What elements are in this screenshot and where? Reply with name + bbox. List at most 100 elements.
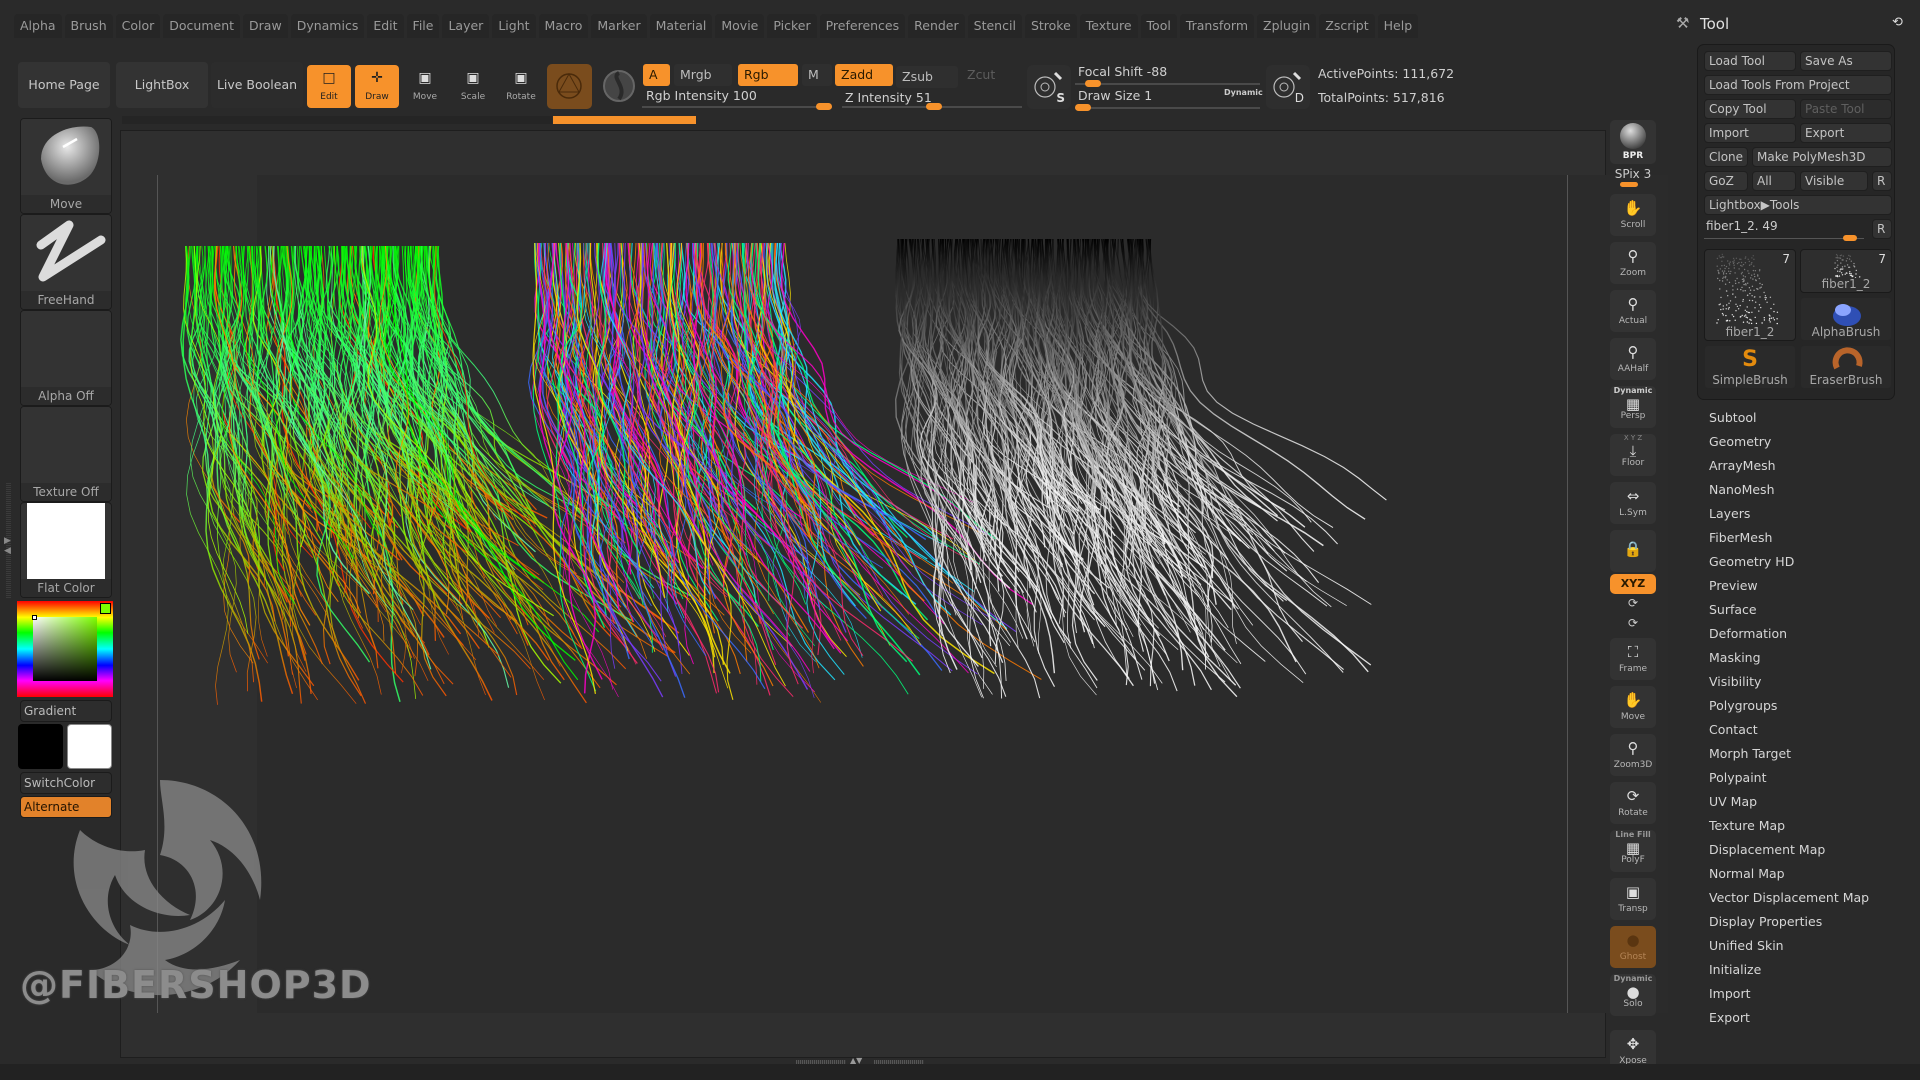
- make-polymesh3d-button[interactable]: Make PolyMesh3D: [1752, 147, 1892, 167]
- rotate-button[interactable]: ▣ Rotate: [499, 65, 543, 108]
- menu-material[interactable]: Material: [649, 14, 713, 38]
- floor-button[interactable]: X Y Z ⤓ Floor: [1610, 434, 1656, 476]
- stroke-selector[interactable]: FreeHand: [20, 214, 112, 310]
- z-rotate-icon[interactable]: ⟳: [1610, 616, 1656, 630]
- subpalette-layers[interactable]: Layers: [1709, 506, 1750, 521]
- menu-movie[interactable]: Movie: [715, 14, 765, 38]
- sculptris-s-button[interactable]: S: [1027, 65, 1071, 109]
- subpalette-morph-target[interactable]: Morph Target: [1709, 746, 1791, 761]
- lightbox-button[interactable]: LightBox: [116, 62, 208, 108]
- move-button[interactable]: ▣ Move: [403, 65, 447, 108]
- frame-button[interactable]: ⛶ Frame: [1610, 638, 1656, 680]
- subpalette-visibility[interactable]: Visibility: [1709, 674, 1761, 689]
- subpalette-displacement-map[interactable]: Displacement Map: [1709, 842, 1825, 857]
- subpalette-export[interactable]: Export: [1709, 1010, 1750, 1025]
- menu-alpha[interactable]: Alpha: [14, 14, 62, 38]
- switch-color-button[interactable]: SwitchColor: [20, 772, 112, 794]
- tool-thumbnail[interactable]: 7 fiber1_2: [1800, 249, 1892, 293]
- zsub-toggle[interactable]: Zsub: [896, 66, 958, 88]
- tool-thumbnail[interactable]: 7 fiber1_2: [1704, 249, 1796, 341]
- persp-button[interactable]: Dynamic ▦ Persp: [1610, 386, 1656, 428]
- z-intensity-knob[interactable]: [925, 103, 942, 110]
- goz-visible-button[interactable]: Visible: [1800, 171, 1868, 191]
- menu-light[interactable]: Light: [492, 14, 536, 38]
- home-page-button[interactable]: Home Page: [18, 62, 110, 108]
- menu-marker[interactable]: Marker: [591, 14, 647, 38]
- focal-shift-slider[interactable]: [1075, 83, 1260, 85]
- saturation-value-square[interactable]: [33, 617, 97, 681]
- color-sphere-button[interactable]: [600, 67, 638, 105]
- subpalette-normal-map[interactable]: Normal Map: [1709, 866, 1785, 881]
- reset-icon[interactable]: ⟲: [1892, 15, 1903, 30]
- menu-color[interactable]: Color: [115, 14, 161, 38]
- export-button[interactable]: Export: [1800, 123, 1892, 143]
- rgb-intensity-slider[interactable]: [642, 106, 832, 108]
- rgb-intensity-knob[interactable]: [816, 103, 832, 110]
- tool-palette-header[interactable]: ⚒ Tool ⟲: [1668, 14, 1920, 38]
- menu-draw[interactable]: Draw: [243, 14, 288, 38]
- secondary-color-swatch[interactable]: [67, 724, 112, 769]
- tray-toggle-icon[interactable]: ▶ ◀: [4, 536, 11, 556]
- menu-file[interactable]: File: [406, 14, 440, 38]
- subpalette-import[interactable]: Import: [1709, 986, 1751, 1001]
- lightbox-tools-button[interactable]: Lightbox▶Tools: [1704, 195, 1892, 215]
- rgb-toggle[interactable]: Rgb: [738, 64, 798, 86]
- subpalette-nanomesh[interactable]: NanoMesh: [1709, 482, 1775, 497]
- subpalette-display-properties[interactable]: Display Properties: [1709, 914, 1822, 929]
- aahalf-button[interactable]: ⚲ AAHalf: [1610, 338, 1656, 380]
- goz-r-button[interactable]: R: [1872, 171, 1892, 191]
- menu-layer[interactable]: Layer: [442, 14, 490, 38]
- focal-shift-knob[interactable]: [1085, 80, 1102, 87]
- menu-zscript[interactable]: Zscript: [1319, 14, 1375, 38]
- subpalette-contact[interactable]: Contact: [1709, 722, 1758, 737]
- mrgb-toggle[interactable]: Mrgb: [674, 64, 732, 86]
- menu-transform[interactable]: Transform: [1179, 14, 1255, 38]
- menu-macro[interactable]: Macro: [538, 14, 589, 38]
- zadd-toggle[interactable]: Zadd: [835, 64, 893, 86]
- alternate-button[interactable]: Alternate: [20, 796, 112, 818]
- lsym-button[interactable]: ⇔ L.Sym: [1610, 482, 1656, 524]
- actual-button[interactable]: ⚲ Actual: [1610, 290, 1656, 332]
- menu-texture[interactable]: Texture: [1079, 14, 1138, 38]
- load-tools-from-project-button[interactable]: Load Tools From Project: [1704, 75, 1892, 95]
- spix-slider-knob[interactable]: [1620, 182, 1638, 187]
- menu-tool[interactable]: Tool: [1140, 14, 1177, 38]
- bpr-button[interactable]: BPR: [1610, 120, 1656, 164]
- paste-tool-button[interactable]: Paste Tool: [1800, 99, 1892, 119]
- canvas-viewport[interactable]: [120, 130, 1709, 1058]
- current-tool-slider-knob[interactable]: [1843, 235, 1857, 241]
- subpalette-deformation[interactable]: Deformation: [1709, 626, 1787, 641]
- subpalette-geometry[interactable]: Geometry: [1709, 434, 1771, 449]
- menu-document[interactable]: Document: [163, 14, 241, 38]
- camera-lock-button[interactable]: 🔒: [1610, 530, 1656, 572]
- subpalette-subtool[interactable]: Subtool: [1709, 410, 1756, 425]
- dynamic-label[interactable]: Dynamic: [1224, 88, 1263, 97]
- main-color-swatch[interactable]: [18, 724, 63, 769]
- gradient-button[interactable]: Gradient: [20, 700, 112, 722]
- menu-picker[interactable]: Picker: [767, 14, 817, 38]
- subpalette-arraymesh[interactable]: ArrayMesh: [1709, 458, 1776, 473]
- color-picker[interactable]: [17, 601, 113, 697]
- scroll-button[interactable]: ✋ Scroll: [1610, 194, 1656, 236]
- polyf-button[interactable]: Line Fill ▦ PolyF: [1610, 830, 1656, 872]
- draw-size-slider[interactable]: [1075, 107, 1260, 109]
- tool-r-button[interactable]: R: [1872, 219, 1892, 239]
- subpalette-polygroups[interactable]: Polygroups: [1709, 698, 1777, 713]
- menu-render[interactable]: Render: [908, 14, 965, 38]
- subpalette-polypaint[interactable]: Polypaint: [1709, 770, 1767, 785]
- live-boolean-button[interactable]: Live Boolean: [211, 62, 303, 108]
- menu-brush[interactable]: Brush: [64, 14, 113, 38]
- subpalette-geometry-hd[interactable]: Geometry HD: [1709, 554, 1794, 569]
- menu-help[interactable]: Help: [1377, 14, 1419, 38]
- rotate-3d-button[interactable]: ⟳ Rotate: [1610, 782, 1656, 824]
- move-3d-button[interactable]: ✋ Move: [1610, 686, 1656, 728]
- y-rotate-icon[interactable]: ⟳: [1610, 596, 1656, 610]
- xyz-rotate-button[interactable]: XYZ: [1610, 574, 1656, 594]
- import-button[interactable]: Import: [1704, 123, 1796, 143]
- subpalette-uv-map[interactable]: UV Map: [1709, 794, 1757, 809]
- texture-selector[interactable]: Texture Off: [20, 406, 112, 502]
- brush-selector[interactable]: Move: [20, 118, 112, 214]
- dynamic-d-button[interactable]: D: [1266, 65, 1310, 109]
- tool-thumbnail[interactable]: EraserBrush: [1800, 345, 1892, 389]
- solo-button[interactable]: Dynamic ● Solo: [1610, 974, 1656, 1016]
